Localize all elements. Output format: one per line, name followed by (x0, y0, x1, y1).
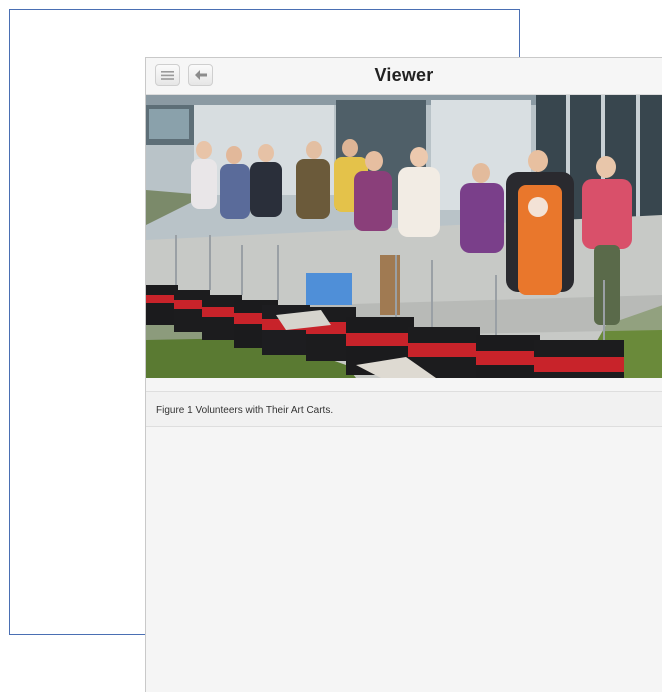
viewer-title: Viewer (374, 65, 434, 85)
viewer-panel: Viewer Figure 1 Volunteers with Their Ar… (145, 57, 662, 692)
figure-caption: Figure 1 Volunteers with Their Art Carts… (156, 405, 334, 416)
figure-caption-bar: Figure 1 Volunteers with Their Art Carts… (146, 391, 662, 427)
viewer-toolbar: Viewer (146, 58, 662, 95)
figure-photo[interactable] (146, 95, 662, 378)
